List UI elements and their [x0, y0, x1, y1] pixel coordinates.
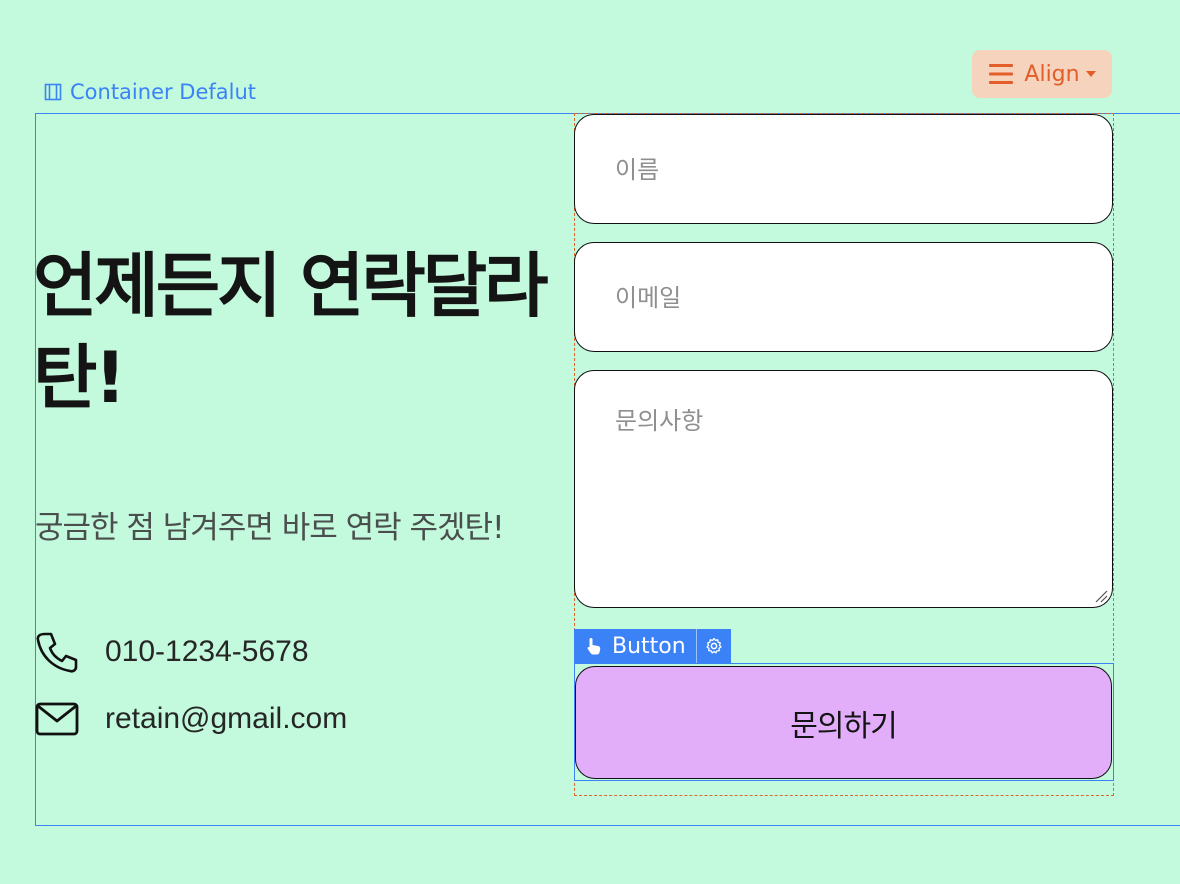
layout-panel-icon — [44, 83, 62, 101]
submit-inquiry-label: 문의하기 — [790, 708, 897, 744]
submit-inquiry-button[interactable]: 문의하기 — [575, 666, 1112, 779]
email-field[interactable]: 이메일 — [574, 242, 1113, 352]
button-editor-tag[interactable]: Button — [574, 629, 731, 663]
page-subtitle: 궁금한 점 남겨주면 바로 연락 주겠탄! — [35, 510, 504, 546]
button-tag-label: Button — [612, 633, 686, 659]
contact-email-text: retain@gmail.com — [105, 702, 348, 735]
chevron-down-icon — [1085, 71, 1096, 77]
contact-phone-text: 010-1234-5678 — [105, 635, 309, 668]
page-headline: 언제든지 연락달라탄! — [33, 245, 549, 419]
name-field[interactable]: 이름 — [574, 114, 1113, 224]
button-tag-main[interactable]: Button — [574, 629, 697, 663]
button-settings[interactable] — [697, 629, 731, 663]
menu-lines-icon — [989, 64, 1014, 84]
align-button-label: Align — [1024, 61, 1080, 87]
contact-email-row: retain@gmail.com — [35, 697, 347, 741]
message-field[interactable]: 문의사항 — [574, 370, 1113, 608]
contact-phone-row: 010-1234-5678 — [35, 630, 309, 674]
name-field-placeholder: 이름 — [615, 156, 660, 184]
phone-icon — [36, 632, 78, 673]
email-field-placeholder: 이메일 — [615, 284, 682, 312]
resize-handle-icon[interactable] — [1094, 589, 1108, 603]
message-field-placeholder: 문의사항 — [615, 407, 704, 435]
gear-icon — [706, 637, 722, 654]
mail-icon — [35, 702, 79, 736]
pointer-hand-icon — [587, 638, 601, 655]
align-button[interactable]: Align — [972, 50, 1112, 98]
container-label[interactable]: Container Defalut — [44, 80, 256, 104]
container-label-text: Container Defalut — [70, 80, 257, 104]
